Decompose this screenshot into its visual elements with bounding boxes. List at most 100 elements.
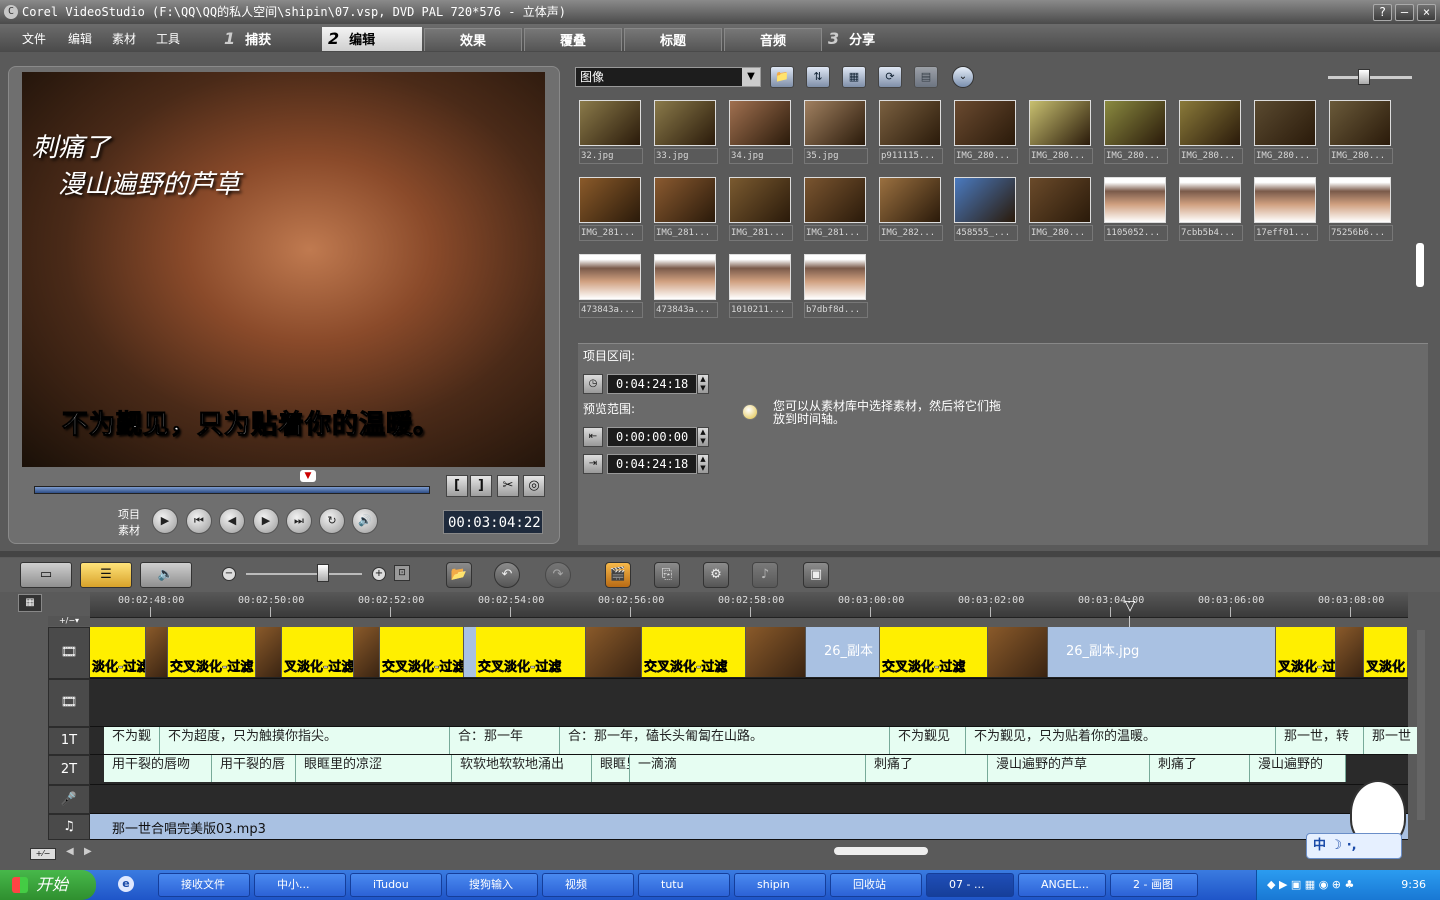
library-thumbnail-label[interactable]: 458555_...	[954, 225, 1018, 241]
library-thumbnail-label[interactable]: IMG_280...	[954, 148, 1018, 164]
step-tab-edit[interactable]: 2 编辑	[322, 27, 422, 51]
music-track[interactable]: 那一世合唱完美版03.mp3	[90, 814, 1408, 840]
voice-track-header[interactable]: 🎤	[48, 785, 90, 814]
image-clip[interactable]	[146, 627, 168, 677]
taskbar-item[interactable]: iTudou	[350, 873, 442, 897]
storyboard-view-button[interactable]: ▭	[20, 562, 72, 588]
scrubber-bar[interactable]	[34, 486, 430, 494]
library-thumbnail[interactable]	[729, 100, 791, 146]
go-to-start-icon[interactable]: ⏮	[186, 508, 212, 534]
title-clip[interactable]: 那一世，转	[1276, 727, 1364, 754]
overlay-track-header[interactable]: 🎞	[48, 679, 90, 727]
library-thumbnail[interactable]	[654, 100, 716, 146]
title-clip[interactable]: 不为觐见，只为贴着你的温暖。	[966, 727, 1276, 754]
timeline-options-icon[interactable]: +⁄−	[30, 848, 56, 860]
tab-audio[interactable]: 音频	[724, 28, 822, 51]
mode-project-label[interactable]: 项目	[118, 506, 140, 522]
repeat-icon[interactable]: ↻	[319, 508, 345, 534]
music-track-header[interactable]: ♫	[48, 814, 90, 840]
preview-screen[interactable]: 刺痛了 漫山遍野的芦草 不为觐见，只为贴着你的温暖。	[22, 72, 545, 467]
library-thumbnail-label[interactable]: p911115...	[879, 148, 943, 164]
menu-clip[interactable]: 素材	[112, 30, 136, 47]
track-manager-icon[interactable]: ⚙	[703, 562, 729, 588]
library-thumbnail[interactable]	[879, 177, 941, 223]
title-clip[interactable]: 用干裂的唇吻	[104, 755, 212, 782]
redo-icon[interactable]: ↷	[545, 562, 571, 588]
voice-track[interactable]	[90, 785, 1408, 814]
taskbar-item[interactable]: 搜狗输入	[446, 873, 538, 897]
title-clip[interactable]: 漫山遍野的	[1250, 755, 1346, 782]
tab-title[interactable]: 标题	[624, 28, 722, 51]
named-clip[interactable]: 26_副本.jpg	[1048, 627, 1276, 677]
library-thumbnail-label[interactable]: 34.jpg	[729, 148, 793, 164]
thumbnail-size-slider[interactable]	[1328, 76, 1412, 79]
overlay-track[interactable]	[90, 679, 1408, 727]
batch-convert-icon[interactable]: ⎘	[654, 562, 680, 588]
preview-start-spinner[interactable]: ▲ ▼	[697, 427, 709, 447]
music-clip-label[interactable]: 那一世合唱完美版03.mp3	[112, 818, 266, 837]
library-thumbnail-label[interactable]: IMG_280...	[1029, 148, 1093, 164]
duration-spinner[interactable]: ▲ ▼	[697, 374, 709, 394]
library-thumbnail-label[interactable]: b7dbf8d...	[804, 302, 868, 318]
transition-clip[interactable]: 叉淡化	[1364, 627, 1408, 677]
library-thumbnail[interactable]	[1029, 177, 1091, 223]
library-thumbnail-label[interactable]: 33.jpg	[654, 148, 718, 164]
title-track2-header[interactable]: 2T	[48, 755, 90, 785]
transition-clip[interactable]: 叉淡化-过滤	[282, 627, 354, 677]
library-thumbnail[interactable]	[954, 100, 1016, 146]
refresh-icon[interactable]: ⟳	[878, 66, 902, 88]
preview-start-field[interactable]: 0:00:00:00	[607, 427, 697, 447]
library-thumbnail[interactable]	[1329, 177, 1391, 223]
transition-clip[interactable]: 叉淡化-过	[1276, 627, 1336, 677]
previous-frame-icon[interactable]: ◀	[219, 508, 245, 534]
library-thumbnail[interactable]	[804, 100, 866, 146]
title-track1-header[interactable]: 1T	[48, 727, 90, 755]
zoom-slider-handle[interactable]	[317, 564, 329, 582]
step-tab-capture[interactable]: 1 捕获	[220, 27, 320, 51]
title-clip[interactable]: 软软地软软地涌出	[452, 755, 592, 782]
record-capture-icon[interactable]: ▣	[803, 562, 829, 588]
library-thumbnail-label[interactable]: 1010211...	[729, 302, 793, 318]
library-thumbnail[interactable]	[804, 177, 866, 223]
help-button[interactable]: ?	[1373, 4, 1392, 21]
library-thumbnail-label[interactable]: 473843a...	[654, 302, 718, 318]
library-thumbnail[interactable]	[1029, 100, 1091, 146]
library-thumbnail-label[interactable]: IMG_282...	[879, 225, 943, 241]
library-thumbnail[interactable]	[579, 100, 641, 146]
go-to-end-icon[interactable]: ⏭	[286, 508, 312, 534]
undo-icon[interactable]: ↶	[494, 562, 520, 588]
library-thumbnail-label[interactable]: IMG_281...	[729, 225, 793, 241]
title-clip[interactable]: 不为觐见	[890, 727, 966, 754]
transition-clip[interactable]: 交叉淡化-过滤	[476, 627, 586, 677]
timeline-grid-icon[interactable]: ▦	[18, 594, 42, 612]
transition-clip[interactable]: 交叉淡化-过滤	[168, 627, 256, 677]
mark-in-button[interactable]: [	[446, 475, 468, 497]
taskbar-item[interactable]: shipin	[734, 873, 826, 897]
title-clip[interactable]: 用干裂的唇	[212, 755, 296, 782]
title-clip[interactable]: 一滴滴	[630, 755, 866, 782]
library-thumbnail[interactable]	[654, 177, 716, 223]
menu-tools[interactable]: 工具	[156, 30, 180, 47]
transition-clip[interactable]: 交叉淡化-过滤	[880, 627, 988, 677]
library-thumbnail-label[interactable]: 1105052...	[1104, 225, 1168, 241]
snapshot-icon[interactable]: ◎	[523, 475, 545, 497]
title-clip[interactable]: 合：那一年，磕长头匍匐在山路。	[560, 727, 890, 754]
sort-icon[interactable]: ⇅	[806, 66, 830, 88]
project-duration-field[interactable]: 0:04:24:18	[607, 374, 697, 394]
library-thumbnail-label[interactable]: IMG_280...	[1179, 148, 1243, 164]
ie-icon[interactable]: e	[118, 876, 134, 892]
title-clip[interactable]: 刺痛了	[1150, 755, 1250, 782]
timeline-vertical-scrollbar[interactable]	[1417, 630, 1425, 820]
library-scrollbar[interactable]	[1416, 243, 1424, 287]
insert-media-icon[interactable]: 📂	[446, 562, 472, 588]
title-clip[interactable]: 漫山遍野的芦草	[988, 755, 1150, 782]
split-clip-scissors-icon[interactable]: ✂	[497, 475, 519, 497]
library-thumbnail-label[interactable]: 473843a...	[579, 302, 643, 318]
transition-clip[interactable]: 交叉淡化-过滤	[380, 627, 464, 677]
timeline-view-button[interactable]: ☰	[80, 562, 132, 588]
library-thumbnail[interactable]	[654, 254, 716, 300]
minimize-button[interactable]: —	[1395, 4, 1414, 21]
video-track-header[interactable]: 🎞	[48, 627, 90, 679]
track-add-remove[interactable]: +/−▾	[48, 616, 90, 626]
library-thumbnail[interactable]	[879, 100, 941, 146]
